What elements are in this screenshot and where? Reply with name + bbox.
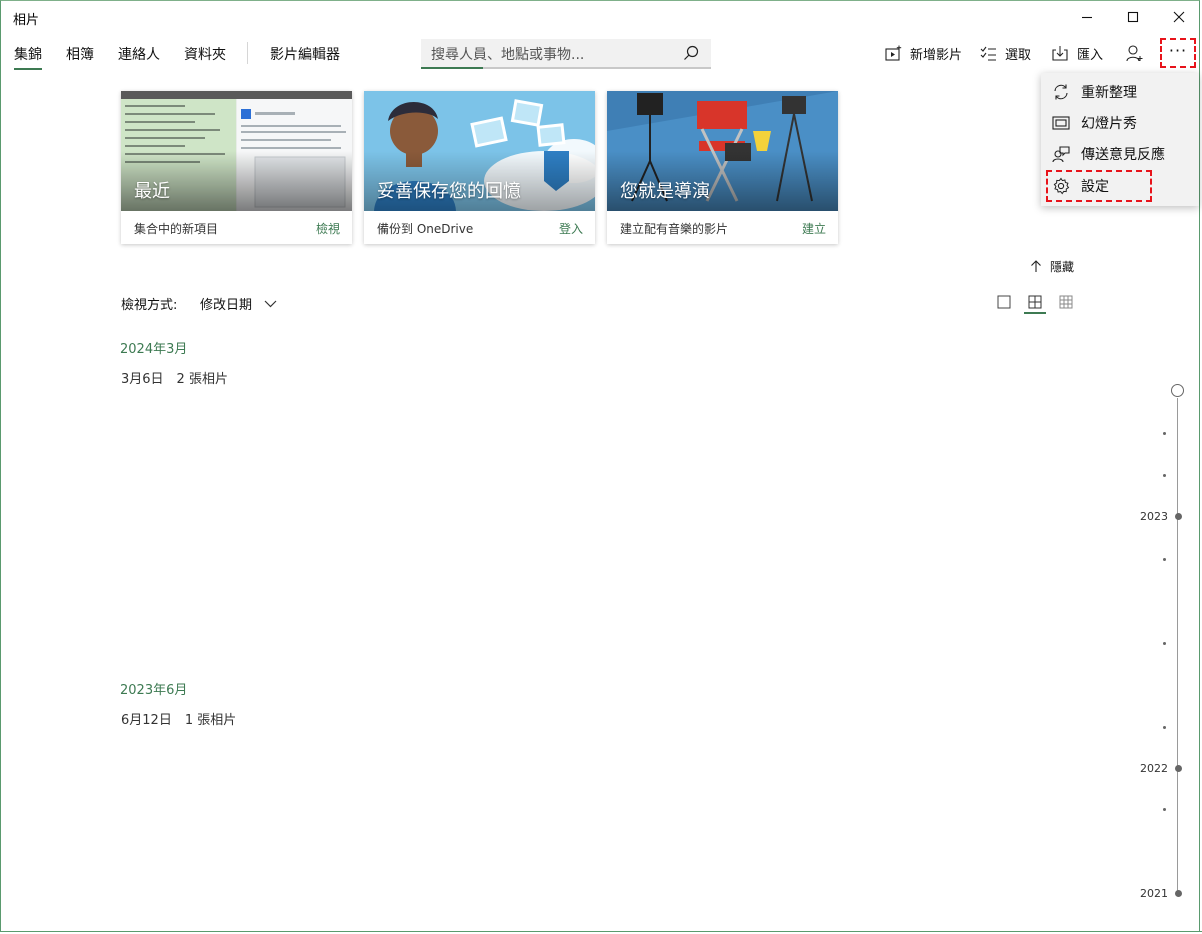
card-title: 最近 (134, 181, 170, 202)
menu-label-refresh: 重新整理 (1081, 85, 1137, 101)
card-title: 妥善保存您的回憶 (377, 181, 521, 202)
card-description: 集合中的新項目 (134, 222, 219, 236)
card-onedrive[interactable]: 妥善保存您的回憶 備份到 OneDrive 登入 (364, 91, 595, 244)
menu-item-feedback[interactable]: 傳送意見反應 (1041, 139, 1199, 169)
chevron-down-icon (264, 300, 277, 307)
timeline-tick (1163, 808, 1166, 811)
account-button[interactable] (1126, 43, 1151, 63)
timeline-year-dot (1175, 890, 1182, 897)
menu-item-settings[interactable]: 設定 (1041, 171, 1199, 201)
card-director[interactable]: 您就是導演 建立配有音樂的影片 建立 (607, 91, 838, 244)
select-button[interactable]: 選取 (980, 43, 1031, 63)
card-view-link[interactable]: 檢視 (316, 220, 340, 237)
bottom-border (598, 931, 1202, 932)
tab-albums[interactable]: 相簿 (66, 44, 94, 72)
timeline-tick (1163, 558, 1166, 561)
timeline-line (1177, 398, 1178, 893)
card-title: 您就是導演 (620, 181, 710, 202)
tab-people[interactable]: 連絡人 (118, 44, 160, 72)
large-tiles-icon (997, 295, 1011, 309)
medium-tiles-icon (1028, 295, 1042, 309)
minimize-button[interactable] (1064, 0, 1110, 34)
view-by-dropdown[interactable]: 修改日期 (200, 294, 277, 313)
view-medium-button[interactable] (1024, 292, 1046, 314)
title-bar: 相片 (0, 0, 1202, 34)
timeline-year[interactable]: 2022 (1140, 762, 1168, 775)
hide-button[interactable]: 隱藏 (1030, 258, 1074, 275)
new-video-label: 新增影片 (910, 47, 963, 63)
refresh-icon (1054, 84, 1068, 100)
small-tiles-icon (1059, 295, 1073, 309)
timeline-tick (1163, 726, 1166, 729)
month-heading[interactable]: 2023年6月 (120, 679, 187, 698)
search-input[interactable]: 搜尋人員、地點或事物... (431, 44, 584, 64)
person-add-icon (1126, 44, 1143, 61)
menu-label-settings: 設定 (1081, 179, 1109, 195)
maximize-button[interactable] (1110, 0, 1156, 34)
timeline-year-dot (1175, 765, 1182, 772)
card-signin-link[interactable]: 登入 (559, 220, 583, 237)
search-box[interactable]: 搜尋人員、地點或事物... (421, 39, 711, 69)
timeline-year[interactable]: 2023 (1140, 510, 1168, 523)
more-options-button[interactable]: ··· (1160, 38, 1196, 68)
hide-label: 隱藏 (1050, 260, 1075, 274)
import-label: 匯入 (1077, 47, 1104, 63)
card-recent[interactable]: 最近 集合中的新項目 檢視 (121, 91, 352, 244)
search-icon[interactable] (683, 45, 699, 61)
more-icon: ··· (1168, 41, 1188, 60)
timeline-year-dot (1175, 513, 1182, 520)
timeline-tick (1163, 432, 1166, 435)
timeline-thumb[interactable] (1171, 384, 1184, 397)
card-description: 備份到 OneDrive (377, 222, 474, 236)
menu-label-feedback: 傳送意見反應 (1081, 147, 1165, 163)
month-heading[interactable]: 2024年3月 (120, 338, 187, 357)
view-by-label: 檢視方式: (121, 298, 178, 313)
new-video-button[interactable]: 新增影片 (885, 43, 962, 63)
close-icon (1173, 11, 1185, 23)
new-video-icon (885, 45, 902, 61)
import-button[interactable]: 匯入 (1052, 43, 1103, 63)
menu-item-slideshow[interactable]: 幻燈片秀 (1041, 108, 1199, 138)
app-title: 相片 (13, 13, 40, 28)
slideshow-icon (1052, 116, 1070, 130)
close-button[interactable] (1156, 0, 1202, 34)
bottom-border (0, 931, 104, 932)
tab-collection[interactable]: 集錦 (14, 44, 42, 72)
view-by-value: 修改日期 (200, 298, 253, 313)
arrow-up-icon (1031, 260, 1041, 272)
nav-divider (247, 42, 248, 64)
date-group-header[interactable]: 6月12日 1 張相片 (121, 709, 236, 728)
tab-folders[interactable]: 資料夾 (184, 44, 226, 72)
checklist-icon (980, 46, 996, 60)
maximize-icon (1127, 11, 1139, 23)
timeline-tick (1163, 474, 1166, 477)
minimize-icon (1082, 16, 1092, 19)
view-small-button[interactable] (1056, 292, 1076, 312)
more-options-menu: 重新整理 幻燈片秀 傳送意見反應 設定 (1041, 73, 1199, 206)
card-create-link[interactable]: 建立 (802, 220, 826, 237)
date-group-header[interactable]: 3月6日 2 張相片 (121, 368, 228, 387)
view-large-button[interactable] (994, 292, 1014, 312)
gear-icon (1053, 177, 1070, 195)
menu-label-slideshow: 幻燈片秀 (1081, 116, 1137, 132)
import-icon (1052, 45, 1068, 61)
card-description: 建立配有音樂的影片 (620, 222, 729, 236)
timeline-tick (1163, 642, 1166, 645)
tab-video-editor[interactable]: 影片編輯器 (270, 44, 340, 72)
select-label: 選取 (1005, 47, 1032, 63)
timeline-year[interactable]: 2021 (1140, 887, 1168, 900)
search-focus-bar (421, 67, 483, 69)
feedback-icon (1052, 146, 1070, 163)
menu-item-refresh[interactable]: 重新整理 (1041, 77, 1199, 107)
